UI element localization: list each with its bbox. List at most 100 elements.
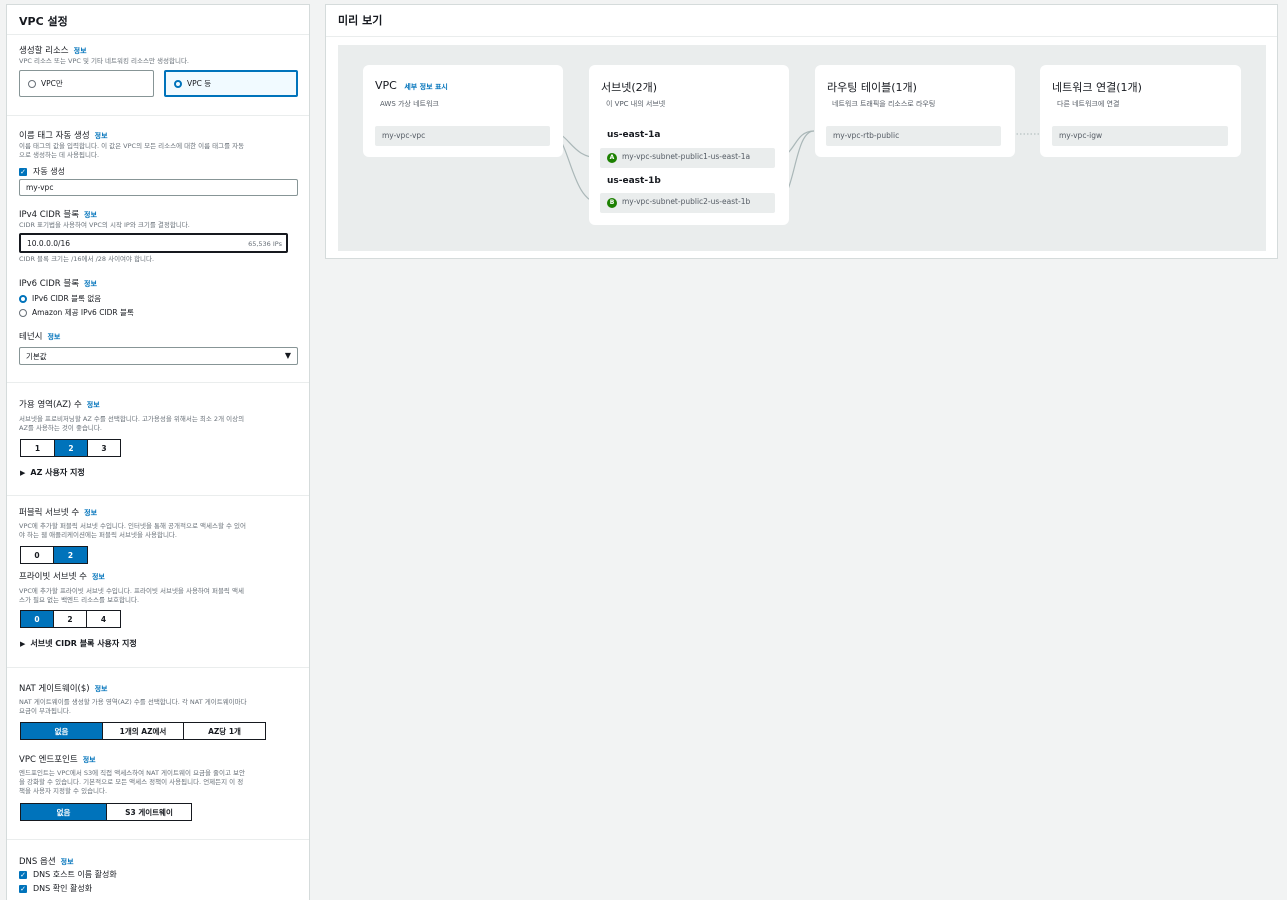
private-subnets-option-2[interactable]: 2 (54, 611, 87, 627)
ipv6-amazon-label: Amazon 제공 IPv6 CIDR 블록 (32, 308, 134, 317)
radio-vpc-more[interactable] (174, 79, 182, 88)
nat-desc-2: 요금이 부과됩니다. (19, 707, 71, 715)
radio-ipv6-amazon[interactable] (19, 308, 27, 317)
divider (7, 115, 309, 116)
ipv4-cidr-input[interactable]: 10.0.0.0/16 65,536 IPs (19, 233, 288, 253)
dns-label-row: DNS 옵션 정보 (19, 855, 74, 867)
nat-label: NAT 게이트웨이($) (19, 684, 90, 694)
private-subnets-label: 프라이빗 서브넷 수 (19, 572, 87, 582)
caret-right-icon: ▶ (20, 469, 26, 477)
dns-hostnames-row[interactable]: ✓ DNS 호스트 이름 활성화 (19, 869, 117, 880)
auto-generate-row[interactable]: ✓ 자동 생성 (19, 166, 65, 177)
vpc-details-link[interactable]: 세부 정보 표시 (404, 83, 448, 91)
public-subnets-option-0[interactable]: 0 (21, 547, 54, 563)
name-tag-label: 이름 태그 자동 생성 (19, 131, 90, 141)
vpc-only-label: VPC만 (41, 79, 63, 88)
resources-desc: VPC 리소스 또는 VPC 및 기타 네트워킹 리소스만 생성합니다. (19, 57, 189, 65)
igw-item[interactable]: my-vpc-igw (1052, 126, 1228, 146)
endpoints-selector: 없음 S3 게이트웨이 (20, 803, 192, 821)
resource-vpc-more-option[interactable]: VPC 등 (164, 70, 298, 97)
route-table-item[interactable]: my-vpc-rtb-public (826, 126, 1001, 146)
nat-selector: 없음 1개의 AZ에서 AZ당 1개 (20, 722, 266, 740)
dns-hostnames-checkbox[interactable]: ✓ (19, 870, 27, 879)
subnets-card-sub: 이 VPC 내의 서브넷 (606, 100, 666, 108)
subnet-2-item[interactable]: B my-vpc-subnet-public2-us-east-1b (600, 193, 775, 213)
az-option-2[interactable]: 2 (55, 440, 88, 456)
caret-right-icon: ▶ (20, 640, 26, 648)
vpc-card: VPC 세부 정보 표시 AWS 가상 네트워크 my-vpc-vpc (363, 65, 563, 157)
subnet-cidr-customize-label: 서브넷 CIDR 블록 사용자 지정 (30, 639, 137, 648)
ipv4-desc: CIDR 표기법을 사용하여 VPC의 시작 IP와 크기를 결정합니다. (19, 221, 190, 229)
vpc-settings-panel: VPC 설정 생성할 리소스 정보 VPC 리소스 또는 VPC 및 기타 네트워… (6, 4, 310, 900)
dns-resolution-checkbox[interactable]: ✓ (19, 884, 27, 893)
radio-vpc-only[interactable] (28, 79, 36, 88)
ipv6-info-link[interactable]: 정보 (84, 280, 97, 288)
ipv4-label-row: IPv4 CIDR 블록 정보 (19, 208, 97, 220)
subnet-cidr-customize-expander[interactable]: ▶ 서브넷 CIDR 블록 사용자 지정 (20, 638, 137, 649)
az-customize-expander[interactable]: ▶ AZ 사용자 지정 (20, 467, 85, 478)
ipv4-ip-count: 65,536 IPs (248, 240, 282, 248)
az-desc-1: 서브넷을 프로비저닝할 AZ 수를 선택합니다. 고가용성을 위해서는 최소 2… (19, 415, 245, 423)
radio-ipv6-none[interactable] (19, 294, 27, 303)
endpoints-info-link[interactable]: 정보 (83, 756, 96, 764)
az-option-3[interactable]: 3 (88, 440, 120, 456)
auto-generate-checkbox[interactable]: ✓ (19, 167, 27, 176)
dns-info-link[interactable]: 정보 (61, 858, 74, 866)
name-tag-desc-1: 이름 태그의 값을 입력합니다. 이 값은 VPC의 모든 리소스에 대한 이름… (19, 142, 245, 150)
ipv4-info-link[interactable]: 정보 (84, 211, 97, 219)
endpoints-option-none[interactable]: 없음 (21, 804, 107, 820)
resources-info-link[interactable]: 정보 (74, 47, 87, 55)
az-info-link[interactable]: 정보 (87, 401, 100, 409)
vpc-item[interactable]: my-vpc-vpc (375, 126, 550, 146)
divider (7, 495, 309, 496)
nat-option-none[interactable]: 없음 (21, 723, 103, 739)
az-option-1[interactable]: 1 (21, 440, 55, 456)
ipv6-amazon-option[interactable]: Amazon 제공 IPv6 CIDR 블록 (19, 307, 134, 318)
private-subnets-option-4[interactable]: 4 (87, 611, 120, 627)
dns-resolution-row[interactable]: ✓ DNS 확인 활성화 (19, 883, 92, 894)
name-tag-input[interactable]: my-vpc (19, 179, 298, 196)
private-subnets-selector: 0 2 4 (20, 610, 121, 628)
dns-resolution-label: DNS 확인 활성화 (33, 884, 93, 893)
subnet-badge-icon: A (607, 153, 617, 163)
ipv4-hint: CIDR 블록 크기는 /16에서 /28 사이여야 합니다. (19, 255, 155, 263)
tenancy-select[interactable]: 기본값 ▼ (19, 347, 298, 365)
endpoints-option-s3[interactable]: S3 게이트웨이 (107, 804, 191, 820)
public-subnets-option-2[interactable]: 2 (54, 547, 87, 563)
resource-vpc-only-option[interactable]: VPC만 (19, 70, 154, 97)
endpoints-label-row: VPC 엔드포인트 정보 (19, 753, 96, 765)
private-subnets-option-0[interactable]: 0 (21, 611, 54, 627)
preview-title: 미리 보기 (326, 5, 1277, 37)
ipv4-cidr-value: 10.0.0.0/16 (27, 239, 71, 248)
route-tables-card-sub: 네트워크 트래픽을 리소스로 라우팅 (832, 100, 936, 108)
az-count-selector: 1 2 3 (20, 439, 121, 457)
vpc-card-title: VPC 세부 정보 표시 (375, 79, 448, 92)
az-customize-label: AZ 사용자 지정 (30, 468, 85, 477)
subnet-1-item[interactable]: A my-vpc-subnet-public1-us-east-1a (600, 148, 775, 168)
az-label: 가용 영역(AZ) 수 (19, 400, 82, 410)
subnets-card: 서브넷(2개) 이 VPC 내의 서브넷 us-east-1a A my-vpc… (589, 65, 789, 225)
subnet-1-label: my-vpc-subnet-public1-us-east-1a (622, 152, 751, 161)
divider (7, 382, 309, 383)
tenancy-info-link[interactable]: 정보 (47, 333, 60, 341)
endpoints-desc-2: 을 강화할 수 있습니다. 기본적으로 모든 액세스 정책이 사용됩니다. 언제… (19, 778, 244, 786)
name-tag-info-link[interactable]: 정보 (95, 132, 108, 140)
private-subnets-desc-1: VPC에 추가할 프라이빗 서브넷 수입니다. 프라이빗 서브넷을 사용하여 퍼… (19, 587, 244, 595)
nat-option-one-az[interactable]: 1개의 AZ에서 (103, 723, 184, 739)
resources-label: 생성할 리소스 (19, 46, 69, 56)
private-subnets-info-link[interactable]: 정보 (92, 573, 105, 581)
dns-hostnames-label: DNS 호스트 이름 활성화 (33, 870, 117, 879)
subnet-badge-icon: B (607, 198, 617, 208)
route-tables-card-title: 라우팅 테이블(1개) (827, 81, 917, 94)
vpc-card-sub: AWS 가상 네트워크 (380, 100, 439, 108)
chevron-down-icon: ▼ (284, 351, 291, 360)
public-subnets-label: 퍼블릭 서브넷 수 (19, 508, 80, 518)
divider (7, 839, 309, 840)
nat-info-link[interactable]: 정보 (95, 685, 108, 693)
subnet-2-label: my-vpc-subnet-public2-us-east-1b (622, 197, 751, 206)
ipv6-none-option[interactable]: IPv6 CIDR 블록 없음 (19, 293, 101, 304)
vpc-title-text: VPC (375, 79, 397, 92)
tenancy-label-row: 테넌시 정보 (19, 330, 60, 342)
public-subnets-info-link[interactable]: 정보 (84, 509, 97, 517)
nat-option-per-az[interactable]: AZ당 1개 (184, 723, 265, 739)
